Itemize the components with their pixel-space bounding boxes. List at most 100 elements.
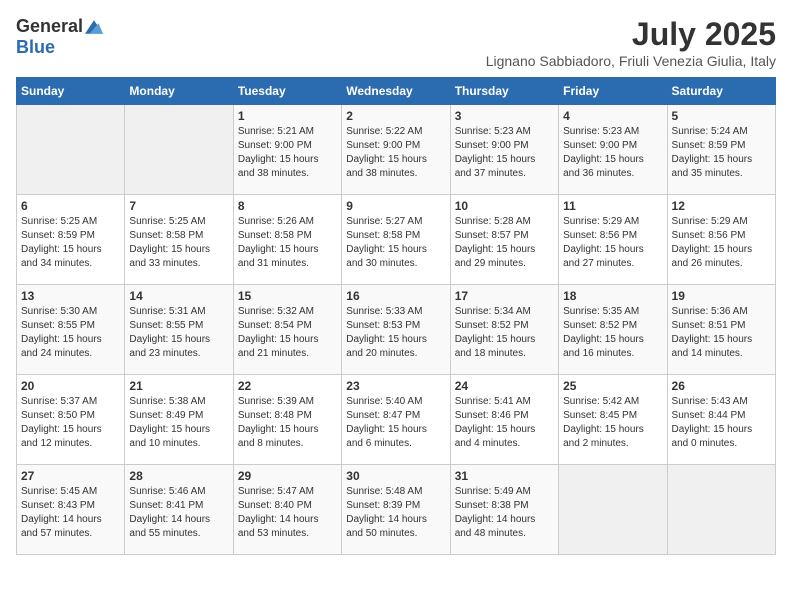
header-sunday: Sunday	[17, 78, 125, 105]
header: General Blue July 2025 Lignano Sabbiador…	[16, 16, 776, 69]
calendar-cell	[17, 105, 125, 195]
day-detail: Sunrise: 5:23 AMSunset: 9:00 PMDaylight:…	[455, 125, 554, 181]
calendar-cell: 14 Sunrise: 5:31 AMSunset: 8:55 PMDayligh…	[125, 285, 233, 375]
calendar-cell: 27Sunrise: 5:45 AMSunset: 8:43 PMDayligh…	[17, 465, 125, 555]
calendar-cell: 6 Sunrise: 5:25 AMSunset: 8:59 PMDaylight…	[17, 195, 125, 285]
day-detail: Sunrise: 5:30 AMSunset: 8:55 PMDaylight:…	[21, 305, 120, 361]
calendar-cell: 2Sunrise: 5:22 AMSunset: 9:00 PMDaylight…	[342, 105, 450, 195]
day-detail: Sunrise: 5:23 AMSunset: 9:00 PMDaylight:…	[563, 125, 662, 181]
day-number: 3	[455, 109, 554, 123]
calendar-cell: 20 Sunrise: 5:37 AMSunset: 8:50 PMDayligh…	[17, 375, 125, 465]
calendar-cell: 4 Sunrise: 5:23 AMSunset: 9:00 PMDaylight…	[559, 105, 667, 195]
day-number: 28	[129, 469, 228, 483]
day-number: 10	[455, 199, 554, 213]
day-number: 14	[129, 289, 228, 303]
calendar-cell: 25 Sunrise: 5:42 AMSunset: 8:45 PMDayligh…	[559, 375, 667, 465]
location-subtitle: Lignano Sabbiadoro, Friuli Venezia Giuli…	[486, 53, 776, 69]
day-detail: Sunrise: 5:21 AMSunset: 9:00 PMDaylight:…	[238, 125, 337, 181]
day-detail: Sunrise: 5:28 AMSunset: 8:57 PMDaylight:…	[455, 215, 554, 271]
calendar-cell: 18 Sunrise: 5:35 AMSunset: 8:52 PMDayligh…	[559, 285, 667, 375]
title-area: July 2025 Lignano Sabbiadoro, Friuli Ven…	[486, 16, 776, 69]
header-tuesday: Tuesday	[233, 78, 341, 105]
calendar-cell: 19 Sunrise: 5:36 AMSunset: 8:51 PMDayligh…	[667, 285, 775, 375]
day-number: 7	[129, 199, 228, 213]
day-detail: Sunrise: 5:35 AMSunset: 8:52 PMDaylight:…	[563, 305, 662, 361]
day-number: 15	[238, 289, 337, 303]
calendar-cell: 9Sunrise: 5:27 AMSunset: 8:58 PMDaylight…	[342, 195, 450, 285]
day-number: 25	[563, 379, 662, 393]
header-wednesday: Wednesday	[342, 78, 450, 105]
day-detail: Sunrise: 5:36 AMSunset: 8:51 PMDaylight:…	[672, 305, 771, 361]
day-detail: Sunrise: 5:37 AMSunset: 8:50 PMDaylight:…	[21, 395, 120, 451]
day-number: 22	[238, 379, 337, 393]
day-detail: Sunrise: 5:24 AMSunset: 8:59 PMDaylight:…	[672, 125, 771, 181]
calendar-cell: 16Sunrise: 5:33 AMSunset: 8:53 PMDayligh…	[342, 285, 450, 375]
logo-general-text: General	[16, 16, 83, 37]
calendar-cell	[125, 105, 233, 195]
day-number: 29	[238, 469, 337, 483]
day-number: 24	[455, 379, 554, 393]
day-number: 6	[21, 199, 120, 213]
calendar-cell: 26 Sunrise: 5:43 AMSunset: 8:44 PMDayligh…	[667, 375, 775, 465]
day-detail: Sunrise: 5:29 AMSunset: 8:56 PMDaylight:…	[672, 215, 771, 271]
header-saturday: Saturday	[667, 78, 775, 105]
day-detail: Sunrise: 5:38 AMSunset: 8:49 PMDaylight:…	[129, 395, 228, 451]
day-number: 5	[672, 109, 771, 123]
day-detail: Sunrise: 5:49 AMSunset: 8:38 PMDaylight:…	[455, 485, 554, 541]
calendar-week-row: 27Sunrise: 5:45 AMSunset: 8:43 PMDayligh…	[17, 465, 776, 555]
day-number: 8	[238, 199, 337, 213]
calendar-cell: 24 Sunrise: 5:41 AMSunset: 8:46 PMDayligh…	[450, 375, 558, 465]
calendar-week-row: 20 Sunrise: 5:37 AMSunset: 8:50 PMDayligh…	[17, 375, 776, 465]
calendar-cell: 21 Sunrise: 5:38 AMSunset: 8:49 PMDayligh…	[125, 375, 233, 465]
day-detail: Sunrise: 5:46 AMSunset: 8:41 PMDaylight:…	[129, 485, 228, 541]
day-detail: Sunrise: 5:48 AMSunset: 8:39 PMDaylight:…	[346, 485, 445, 541]
day-number: 18	[563, 289, 662, 303]
calendar-cell: 7 Sunrise: 5:25 AMSunset: 8:58 PMDaylight…	[125, 195, 233, 285]
calendar-cell: 13 Sunrise: 5:30 AMSunset: 8:55 PMDayligh…	[17, 285, 125, 375]
calendar-cell: 23 Sunrise: 5:40 AMSunset: 8:47 PMDayligh…	[342, 375, 450, 465]
day-detail: Sunrise: 5:42 AMSunset: 8:45 PMDaylight:…	[563, 395, 662, 451]
day-number: 19	[672, 289, 771, 303]
day-number: 17	[455, 289, 554, 303]
day-detail: Sunrise: 5:29 AMSunset: 8:56 PMDaylight:…	[563, 215, 662, 271]
day-detail: Sunrise: 5:22 AMSunset: 9:00 PMDaylight:…	[346, 125, 445, 181]
calendar-cell: 1 Sunrise: 5:21 AMSunset: 9:00 PMDaylight…	[233, 105, 341, 195]
day-number: 1	[238, 109, 337, 123]
day-detail: Sunrise: 5:45 AMSunset: 8:43 PMDaylight:…	[21, 485, 120, 541]
day-number: 4	[563, 109, 662, 123]
calendar-cell: 8 Sunrise: 5:26 AMSunset: 8:58 PMDaylight…	[233, 195, 341, 285]
day-detail: Sunrise: 5:40 AMSunset: 8:47 PMDaylight:…	[346, 395, 445, 451]
logo: General Blue	[16, 16, 103, 58]
day-number: 16	[346, 289, 445, 303]
calendar-week-row: 6 Sunrise: 5:25 AMSunset: 8:59 PMDaylight…	[17, 195, 776, 285]
day-number: 30	[346, 469, 445, 483]
header-thursday: Thursday	[450, 78, 558, 105]
calendar-week-row: 1 Sunrise: 5:21 AMSunset: 9:00 PMDaylight…	[17, 105, 776, 195]
day-number: 13	[21, 289, 120, 303]
day-detail: Sunrise: 5:31 AMSunset: 8:55 PMDaylight:…	[129, 305, 228, 361]
day-number: 31	[455, 469, 554, 483]
day-detail: Sunrise: 5:25 AMSunset: 8:58 PMDaylight:…	[129, 215, 228, 271]
day-detail: Sunrise: 5:41 AMSunset: 8:46 PMDaylight:…	[455, 395, 554, 451]
day-detail: Sunrise: 5:25 AMSunset: 8:59 PMDaylight:…	[21, 215, 120, 271]
day-detail: Sunrise: 5:27 AMSunset: 8:58 PMDaylight:…	[346, 215, 445, 271]
header-monday: Monday	[125, 78, 233, 105]
day-number: 20	[21, 379, 120, 393]
calendar-cell	[559, 465, 667, 555]
day-detail: Sunrise: 5:43 AMSunset: 8:44 PMDaylight:…	[672, 395, 771, 451]
logo-icon	[85, 20, 103, 34]
calendar-cell: 28 Sunrise: 5:46 AMSunset: 8:41 PMDayligh…	[125, 465, 233, 555]
calendar-table: SundayMondayTuesdayWednesdayThursdayFrid…	[16, 77, 776, 555]
day-detail: Sunrise: 5:26 AMSunset: 8:58 PMDaylight:…	[238, 215, 337, 271]
day-number: 26	[672, 379, 771, 393]
day-number: 12	[672, 199, 771, 213]
day-detail: Sunrise: 5:34 AMSunset: 8:52 PMDaylight:…	[455, 305, 554, 361]
calendar-cell: 31 Sunrise: 5:49 AMSunset: 8:38 PMDayligh…	[450, 465, 558, 555]
day-number: 21	[129, 379, 228, 393]
day-detail: Sunrise: 5:39 AMSunset: 8:48 PMDaylight:…	[238, 395, 337, 451]
day-number: 23	[346, 379, 445, 393]
header-friday: Friday	[559, 78, 667, 105]
calendar-cell: 10 Sunrise: 5:28 AMSunset: 8:57 PMDayligh…	[450, 195, 558, 285]
calendar-cell: 3 Sunrise: 5:23 AMSunset: 9:00 PMDaylight…	[450, 105, 558, 195]
calendar-cell: 11Sunrise: 5:29 AMSunset: 8:56 PMDayligh…	[559, 195, 667, 285]
